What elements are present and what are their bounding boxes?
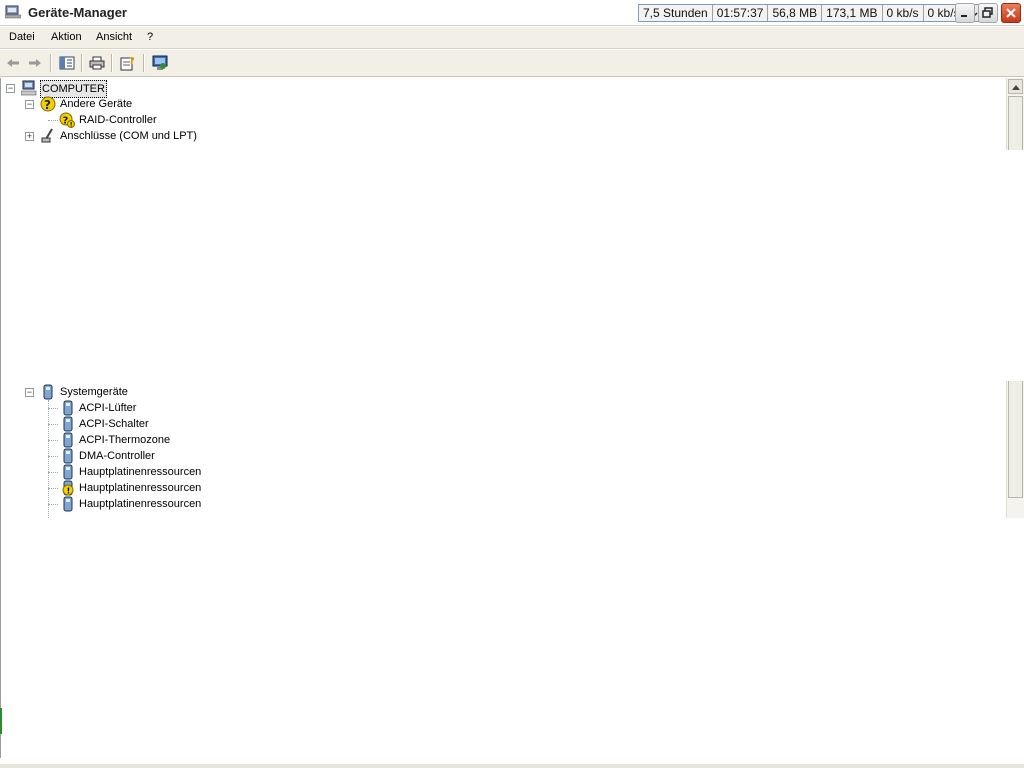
- toolbar-separator: [81, 54, 83, 72]
- blank-region: [0, 150, 1024, 381]
- toolbar-separator: [143, 54, 145, 72]
- show-hide-tree-button[interactable]: [58, 54, 76, 72]
- print-button[interactable]: [88, 54, 106, 72]
- tree-node-raid-controller[interactable]: ?! RAID-Controller: [0, 112, 400, 129]
- collapse-toggle[interactable]: −: [25, 100, 34, 109]
- tree-label-other-devices: Andere Geräte: [60, 98, 133, 110]
- toolbar-separator: [50, 54, 52, 72]
- menu-help[interactable]: ?: [147, 31, 153, 43]
- uptime-stat: 7,5 Stunden: [639, 5, 713, 21]
- device-manager-icon: [4, 5, 22, 19]
- svg-text:?: ?: [44, 98, 51, 112]
- minimize-icon: [961, 15, 967, 17]
- tree-node-other-devices[interactable]: − ? Andere Geräte: [0, 96, 400, 112]
- question-device-icon: ?: [40, 96, 56, 112]
- update-driver-icon: [152, 55, 168, 70]
- system-device-icon: [60, 432, 76, 448]
- tree-connector: [48, 456, 58, 458]
- tree-node-system-item[interactable]: DMA-Controller: [0, 448, 400, 464]
- expand-toggle[interactable]: +: [25, 132, 34, 141]
- tree-node-system-item[interactable]: ACPI-Thermozone: [0, 432, 400, 448]
- tree-connector: [48, 120, 58, 122]
- system-device-icon: [60, 496, 76, 512]
- port-icon: [40, 128, 56, 144]
- chevron-up-icon: [1011, 84, 1020, 90]
- tree-label-system-item: ACPI-Schalter: [79, 418, 149, 430]
- minimize-button[interactable]: [955, 3, 975, 23]
- system-device-icon: [60, 464, 76, 480]
- forward-button[interactable]: [26, 54, 44, 72]
- tree-node-system-item[interactable]: Hauptplatinenressourcen: [0, 464, 400, 480]
- tree-connector: [48, 472, 58, 474]
- clock-stat: 01:57:37: [713, 5, 769, 21]
- restore-icon: [982, 7, 993, 18]
- window-edge: [0, 78, 1, 758]
- warning-device-icon: !: [60, 480, 76, 496]
- svg-text:?: ?: [129, 56, 135, 67]
- svg-text:!: !: [67, 487, 71, 496]
- tree-node-system-item[interactable]: ACPI-Lüfter: [0, 400, 400, 416]
- collapse-toggle[interactable]: −: [25, 388, 34, 397]
- forward-icon: [29, 59, 41, 67]
- show-hide-tree-icon: [59, 56, 75, 70]
- close-button[interactable]: [1001, 3, 1021, 23]
- system-device-icon: [40, 384, 56, 400]
- memory-stat: 56,8 MB: [768, 5, 823, 21]
- tree-label-system-item: Hauptplatinenressourcen: [79, 498, 202, 510]
- computer-icon: [20, 80, 37, 96]
- system-stats-bar: 7,5 Stunden 01:57:37 56,8 MB 173,1 MB 0 …: [638, 4, 983, 22]
- tree-connector: [48, 488, 58, 490]
- properties-help-icon: ?: [120, 56, 135, 71]
- tree-node-system-devices[interactable]: − Systemgeräte: [0, 384, 400, 400]
- system-device-icon: [60, 400, 76, 416]
- back-icon: [7, 59, 19, 67]
- tree-connector: [48, 424, 58, 426]
- title-bar: Geräte-Manager 7,5 Stunden 01:57:37 56,8…: [0, 0, 1024, 26]
- menu-bar: Datei Aktion Ansicht ?: [0, 27, 1024, 49]
- tree-connector: [48, 440, 58, 442]
- menu-aktion[interactable]: Aktion: [51, 31, 82, 43]
- menu-datei[interactable]: Datei: [9, 31, 35, 43]
- window-title: Geräte-Manager: [28, 5, 127, 20]
- collapse-toggle[interactable]: −: [6, 84, 15, 93]
- tree-label-system-devices: Systemgeräte: [60, 386, 128, 398]
- toolbar-separator: [111, 54, 113, 72]
- close-icon: [1006, 8, 1016, 18]
- tree-node-system-item[interactable]: Hauptplatinenressourcen: [0, 496, 400, 512]
- tree-label-raid-controller: RAID-Controller: [79, 114, 157, 126]
- net-in-stat: 0 kb/s: [883, 5, 924, 21]
- properties-button[interactable]: ?: [119, 54, 137, 72]
- tree-label-system-item: Hauptplatinenressourcen: [79, 466, 202, 478]
- tree-node-ports[interactable]: + Anschlüsse (COM und LPT): [0, 128, 400, 144]
- tree-label-system-item: DMA-Controller: [79, 450, 155, 462]
- system-device-icon: [60, 448, 76, 464]
- tree-label-ports: Anschlüsse (COM und LPT): [60, 130, 197, 142]
- tree-node-system-item-warning[interactable]: ! Hauptplatinenressourcen: [0, 480, 400, 496]
- tree-label-system-item: Hauptplatinenressourcen: [79, 482, 202, 494]
- blank-region: [0, 518, 1024, 768]
- tree-connector: [48, 408, 58, 410]
- print-icon: [89, 56, 105, 70]
- tree-connector: [48, 504, 58, 506]
- tree-node-system-item[interactable]: ACPI-Schalter: [0, 416, 400, 432]
- system-device-icon: [60, 416, 76, 432]
- status-mark: [0, 708, 2, 734]
- tree-node-computer[interactable]: − COMPUTER: [0, 80, 400, 98]
- commit-stat: 173,1 MB: [822, 5, 883, 21]
- warning-device-icon: ?!: [59, 112, 75, 129]
- tree-label-system-item: ACPI-Thermozone: [79, 434, 171, 446]
- restore-button[interactable]: [978, 3, 998, 23]
- menu-ansicht[interactable]: Ansicht: [96, 31, 132, 43]
- tree-label-system-item: ACPI-Lüfter: [79, 402, 137, 414]
- scroll-up-button[interactable]: [1008, 79, 1023, 94]
- back-button[interactable]: [4, 54, 22, 72]
- update-driver-button[interactable]: [151, 54, 169, 72]
- taskbar-edge: [0, 764, 1024, 768]
- toolbar: ?: [0, 50, 1024, 77]
